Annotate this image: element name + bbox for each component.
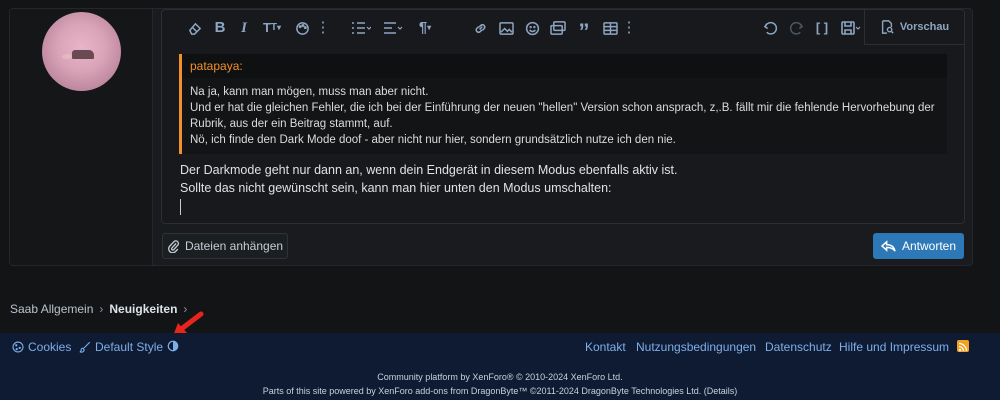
style-chooser-link[interactable]: Default Style — [79, 340, 163, 354]
copyright-line: Community platform by XenForo® © 2010-20… — [0, 372, 1000, 382]
quick-reply-block: B I T T ▾ ⋮ ¶ ▾ ” ⋮ [] Vorschau patapay… — [9, 8, 973, 266]
align-icon[interactable] — [380, 18, 406, 38]
copyright-years: ® © 2010-2024 XenForo Ltd. — [506, 372, 623, 382]
page-footer: Cookies Default Style Kontakt Nutzungsbe… — [0, 333, 1000, 400]
avatar[interactable] — [42, 12, 121, 91]
xenforo-credit-link[interactable]: Community platform by XenForo — [377, 372, 507, 382]
editor-content[interactable]: patapaya: Na ja, kann man mögen, muss ma… — [179, 54, 957, 215]
table-icon[interactable] — [600, 18, 620, 38]
chevron-right-icon: › — [99, 302, 104, 316]
drafts-icon[interactable] — [838, 18, 864, 38]
preview-label: Vorschau — [899, 21, 950, 33]
paintbrush-icon — [79, 341, 91, 353]
cookie-icon — [12, 341, 24, 353]
footer-link-help[interactable]: Hilfe und Impressum — [839, 340, 949, 354]
media-icon[interactable] — [548, 18, 568, 38]
text-caret — [180, 199, 181, 215]
bb-quote: patapaya: Na ja, kann man mögen, muss ma… — [179, 54, 947, 154]
link-icon[interactable] — [470, 18, 490, 38]
editor-toolbar: B I T T ▾ ⋮ ¶ ▾ ” ⋮ [] Vorschau — [162, 10, 964, 46]
italic-icon[interactable]: I — [234, 18, 254, 38]
dark-mode-toggle[interactable] — [167, 340, 179, 352]
footer-links-bar: Cookies Default Style Kontakt Nutzungsbe… — [0, 333, 1000, 361]
contrast-toggle-icon — [167, 340, 179, 352]
quote-icon[interactable]: ” — [574, 18, 594, 43]
style-label: Default Style — [95, 340, 164, 354]
list-icon[interactable] — [348, 18, 374, 38]
attach-files-button[interactable]: Dateien anhängen — [162, 233, 288, 259]
footer-link-contact[interactable]: Kontakt — [585, 340, 626, 354]
breadcrumb: Saab Allgemein › Neuigkeiten › — [10, 302, 187, 316]
reply-button[interactable]: Antworten — [873, 233, 964, 259]
more-vertical-icon[interactable]: ⋮ — [622, 18, 637, 38]
undo-icon[interactable] — [760, 18, 780, 38]
reply-icon — [880, 239, 896, 252]
quote-body: Na ja, kann man mögen, muss man aber nic… — [182, 78, 947, 154]
reply-label: Antworten — [901, 239, 957, 253]
bbcode-toggle-icon[interactable]: [ ] — [812, 18, 832, 38]
cookies-label: Cookies — [28, 340, 72, 354]
footer-link-terms[interactable]: Nutzungsbedingungen — [636, 340, 756, 354]
paragraph-icon[interactable]: ¶ ▾ — [412, 18, 438, 38]
image-icon[interactable] — [496, 18, 516, 38]
message-text[interactable]: Der Darkmode geht nur dann an, wenn dein… — [179, 161, 957, 215]
palette-icon[interactable] — [292, 18, 312, 38]
paperclip-icon — [167, 240, 179, 253]
user-column — [10, 9, 153, 265]
preview-icon — [881, 20, 894, 34]
breadcrumb-item[interactable]: Saab Allgemein — [10, 302, 93, 316]
quote-line: Rubrik, aus der ein Beitrag stammt, auf. — [190, 118, 393, 130]
smilie-icon[interactable] — [522, 18, 542, 38]
footer-link-privacy[interactable]: Datenschutz — [765, 340, 832, 354]
quote-line: Na ja, kann man mögen, muss man aber nic… — [190, 86, 429, 98]
quote-author: patapaya: — [182, 54, 947, 78]
message-line: Der Darkmode geht nur dann an, wenn dein… — [180, 163, 678, 177]
cookies-link[interactable]: Cookies — [12, 340, 71, 354]
preview-button[interactable]: Vorschau — [864, 10, 964, 45]
rss-icon[interactable] — [957, 340, 969, 352]
bold-icon[interactable]: B — [210, 18, 230, 38]
quote-line: Und er hat die gleichen Fehler, die ich … — [190, 102, 935, 114]
attach-files-label: Dateien anhängen — [184, 239, 284, 253]
text-size-icon[interactable]: T T ▾ — [258, 18, 286, 38]
rich-text-editor[interactable]: B I T T ▾ ⋮ ¶ ▾ ” ⋮ [] Vorschau patapay… — [161, 9, 965, 224]
more-vertical-icon[interactable]: ⋮ — [316, 18, 331, 38]
redo-icon — [786, 18, 806, 38]
message-line: Sollte das nicht gewünscht sein, kann ma… — [180, 181, 612, 195]
quote-line: Nö, ich finde den Dark Mode doof - aber … — [190, 134, 676, 146]
eraser-icon[interactable] — [184, 18, 204, 38]
dragonbyte-credit[interactable]: Parts of this site powered by XenForo ad… — [0, 386, 1000, 396]
